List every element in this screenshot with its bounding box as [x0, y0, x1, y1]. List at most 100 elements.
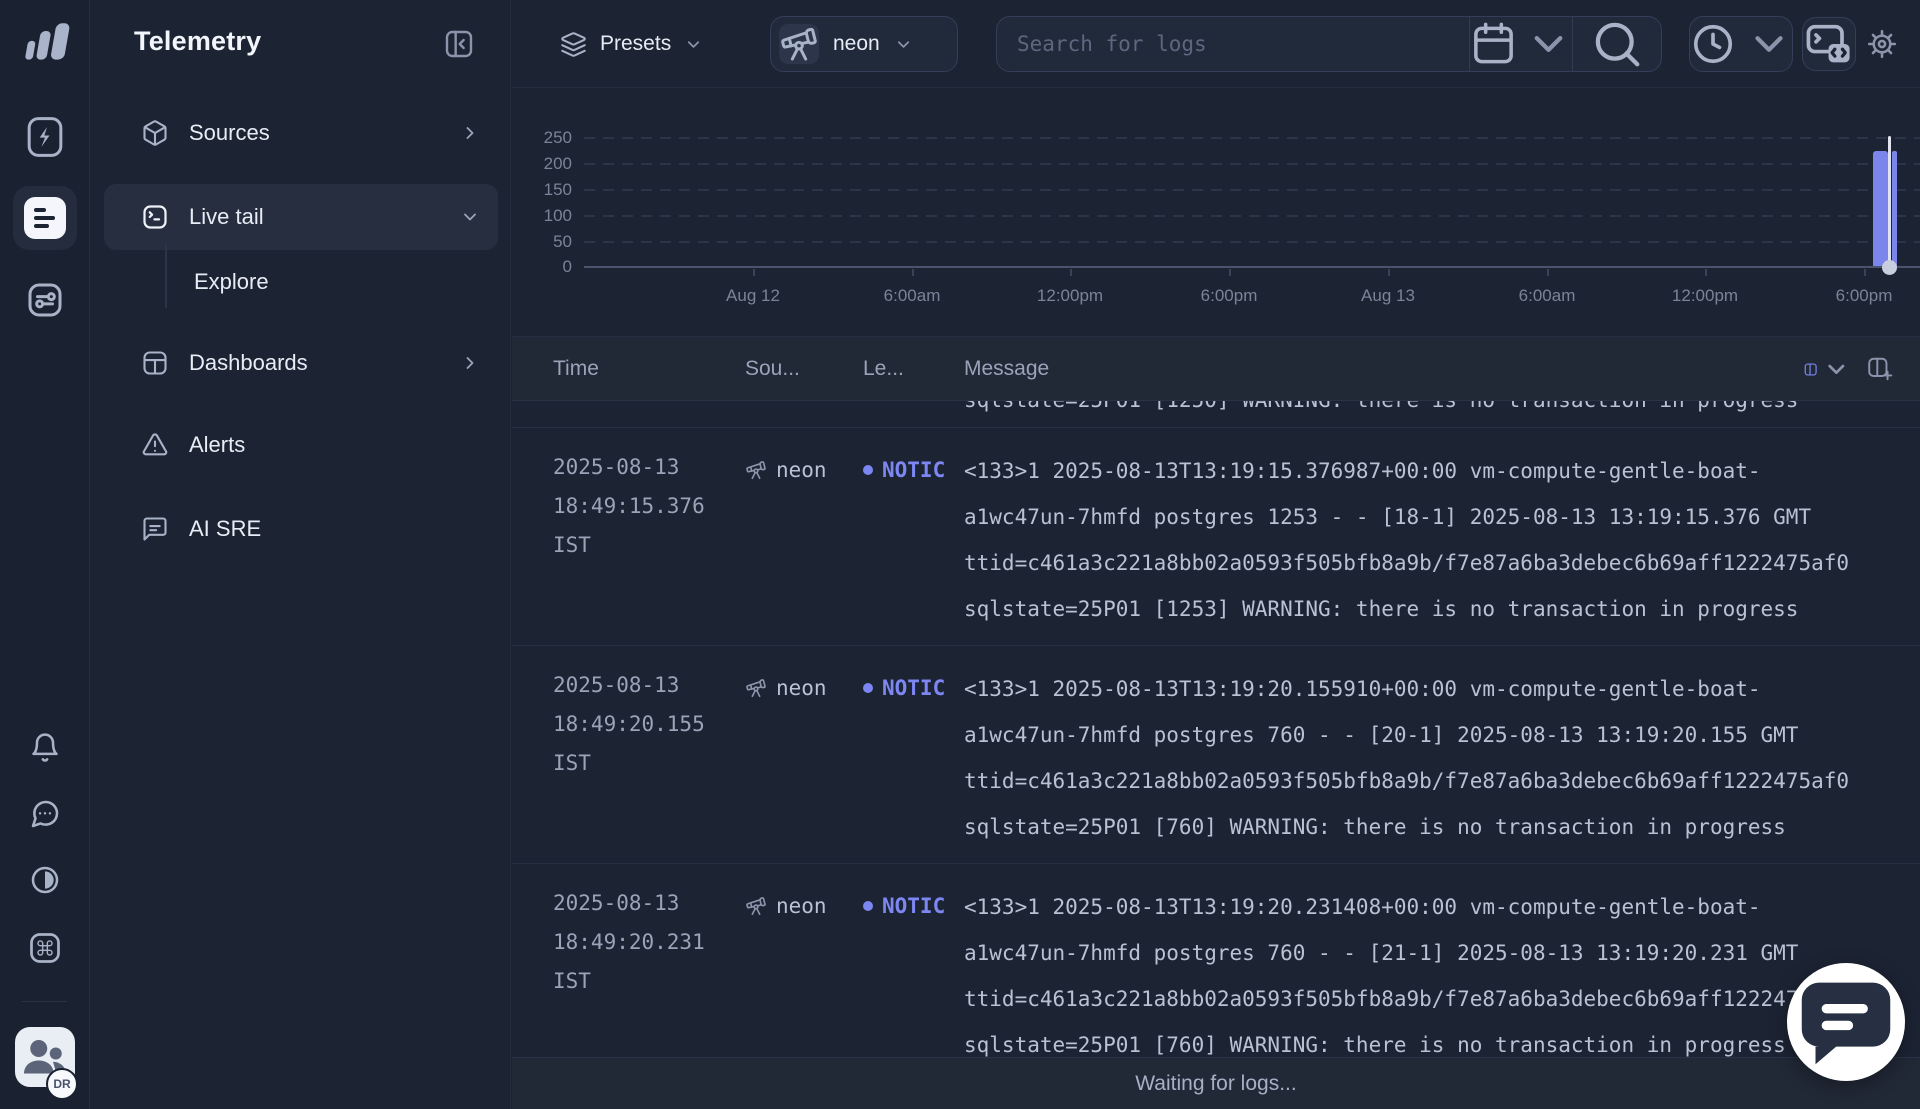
chevron-down-icon: [1525, 17, 1572, 71]
sidebar-item-live-tail[interactable]: Live tail: [104, 184, 498, 250]
x-tick-label: Aug 12: [726, 286, 780, 306]
log-level: NOTIC: [863, 448, 964, 492]
column-header-level[interactable]: Le...: [863, 357, 964, 381]
dashboard-grid-icon: [141, 349, 169, 377]
telemetry-app: DR Telemetry Sources: [0, 0, 1920, 1109]
sidebar-collapse-icon[interactable]: [443, 28, 475, 60]
sidebar-item-dashboards[interactable]: Dashboards: [104, 330, 498, 396]
column-header-message[interactable]: Message: [964, 357, 1920, 381]
chevron-down-icon: [1823, 356, 1850, 383]
chevron-down-icon: [894, 35, 913, 54]
y-tick-label: 100: [526, 206, 572, 226]
log-level: NOTIC: [863, 884, 964, 928]
sidebar-item-label: Sources: [189, 120, 270, 146]
sidebar-item-explore[interactable]: Explore: [104, 250, 498, 314]
log-volume-chart[interactable]: 250 200 150 100 50 0 Aug 12 6:00am 12:00…: [512, 88, 1920, 337]
waiting-status: Waiting for logs...: [1135, 1072, 1296, 1096]
x-tick: [1705, 269, 1707, 276]
sidebar-item-label: AI SRE: [189, 516, 261, 542]
sidebar-item-alerts[interactable]: Alerts: [104, 412, 498, 478]
tree-line: [165, 244, 167, 308]
log-count-bar[interactable]: [1873, 151, 1888, 266]
gridline: [584, 137, 1920, 139]
clock-icon: [1690, 17, 1736, 71]
message-square-icon: [141, 515, 169, 543]
sidebar-item-ai-sre[interactable]: AI SRE: [104, 496, 498, 562]
live-tail-rail-active[interactable]: [13, 186, 77, 250]
sidebar-item-label: Explore: [194, 269, 269, 295]
log-row[interactable]: 2025-08-13 18:49:15.376 IST neon NOTIC: [512, 428, 1920, 646]
warning-triangle-icon: [141, 431, 169, 459]
log-table-header: Time Sou... Le... Message: [512, 337, 1920, 401]
page-title: Telemetry: [134, 26, 261, 57]
log-count-bar[interactable]: [1892, 151, 1897, 266]
level-dot: [863, 465, 873, 475]
telescope-icon: [745, 895, 767, 917]
x-axis: [584, 266, 1920, 268]
settings-gear-icon[interactable]: [1866, 28, 1898, 60]
settings-sliders-icon[interactable]: [25, 280, 65, 320]
code-panel-icon: [1803, 18, 1855, 70]
source-filter-dropdown[interactable]: neon: [770, 16, 958, 72]
x-tick-label: 6:00pm: [1201, 286, 1258, 306]
cube-icon: [141, 119, 169, 147]
log-message: <133>1 2025-08-13T13:19:20.155910+00:00 …: [964, 666, 1920, 850]
log-row-clipped[interactable]: sqlstate=25P01 [1250] WARNING: there is …: [512, 401, 1920, 428]
support-chat-fab[interactable]: [1787, 963, 1905, 1081]
feedback-chat-icon[interactable]: [29, 798, 61, 830]
y-tick-label: 50: [526, 232, 572, 252]
y-tick-label: 150: [526, 180, 572, 200]
chevron-down-icon: [460, 207, 480, 227]
column-layout-button[interactable]: [1803, 356, 1850, 383]
add-column-icon[interactable]: [1866, 355, 1894, 383]
code-panel-button[interactable]: [1802, 17, 1856, 71]
icon-rail: DR: [0, 0, 90, 1109]
log-level: NOTIC: [863, 666, 964, 710]
sidebar: Telemetry Sources: [91, 0, 511, 1109]
sidebar-nav: Sources Live tail Exp: [104, 100, 498, 562]
column-header-source[interactable]: Sou...: [745, 357, 863, 381]
log-row[interactable]: 2025-08-13 18:49:20.155 IST neon NOTIC: [512, 646, 1920, 864]
user-badge[interactable]: DR: [46, 1068, 78, 1100]
status-bar: Waiting for logs...: [512, 1057, 1920, 1109]
telescope-icon: [745, 459, 767, 481]
sidebar-item-sources[interactable]: Sources: [104, 100, 498, 166]
theme-contrast-icon[interactable]: [29, 864, 61, 896]
telescope-icon: [745, 677, 767, 699]
presets-button[interactable]: Presets: [560, 16, 703, 72]
level-dot: [863, 683, 873, 693]
x-tick-label: 12:00pm: [1037, 286, 1103, 306]
notifications-bell-icon[interactable]: [29, 732, 61, 764]
x-tick: [1547, 269, 1549, 276]
chevron-right-icon: [460, 123, 480, 143]
search-submit-button[interactable]: [1573, 17, 1661, 71]
source-filter-value: neon: [833, 32, 880, 56]
column-header-time[interactable]: Time: [553, 357, 745, 381]
time-range-dropdown[interactable]: [1689, 16, 1793, 72]
date-range-button[interactable]: [1470, 17, 1572, 71]
log-time: 2025-08-13 18:49:15.376 IST: [553, 448, 745, 632]
y-tick-label: 200: [526, 154, 572, 174]
chevron-right-icon: [460, 353, 480, 373]
terminal-icon: [141, 203, 169, 231]
calendar-icon: [1470, 17, 1517, 71]
x-tick-label: 6:00am: [884, 286, 941, 306]
events-lightning-icon[interactable]: [25, 114, 65, 160]
live-cursor-dot[interactable]: [1882, 260, 1897, 275]
shortcuts-command-icon[interactable]: [27, 930, 63, 966]
gridline: [584, 241, 1920, 243]
x-tick: [1229, 269, 1231, 276]
log-list[interactable]: sqlstate=25P01 [1250] WARNING: there is …: [512, 401, 1920, 1057]
log-row[interactable]: 2025-08-13 18:49:20.231 IST neon NOTIC: [512, 864, 1920, 1057]
gridline: [584, 215, 1920, 217]
search-input[interactable]: [997, 17, 1469, 71]
middleware-logo-icon[interactable]: [18, 20, 72, 64]
log-message: <133>1 2025-08-13T13:19:20.231408+00:00 …: [964, 884, 1920, 1057]
sidebar-item-label: Alerts: [189, 432, 245, 458]
x-tick: [1864, 269, 1866, 276]
x-tick: [912, 269, 914, 276]
x-tick: [753, 269, 755, 276]
x-tick: [1070, 269, 1072, 276]
search-bar: [996, 16, 1662, 72]
x-tick-label: 12:00pm: [1672, 286, 1738, 306]
